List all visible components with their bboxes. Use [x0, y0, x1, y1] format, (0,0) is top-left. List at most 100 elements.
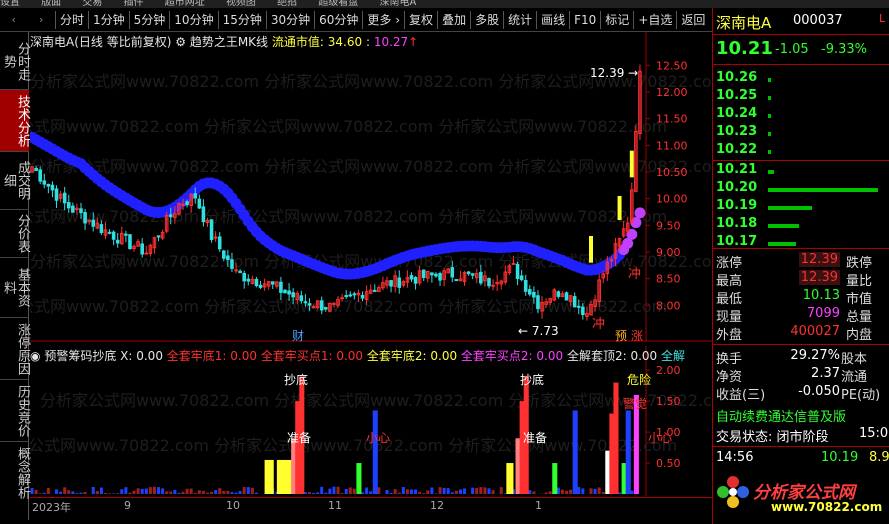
- date-tick: 11: [328, 499, 342, 512]
- sell-level[interactable]: 10.22: [713, 142, 889, 160]
- promo-text[interactable]: 自动续费通达信普及版: [716, 406, 846, 425]
- book-volume-bar: [768, 132, 771, 136]
- button-add-watchlist[interactable]: +自选: [633, 10, 676, 29]
- button-multi[interactable]: 多股: [470, 10, 503, 29]
- label-chaodi-2: 抄底: [520, 372, 544, 387]
- stat-value: 12.39: [798, 252, 840, 267]
- ind-signal-bar: [552, 463, 558, 494]
- button-f10[interactable]: F10: [569, 10, 600, 29]
- sell-level[interactable]: 10.25: [713, 88, 889, 106]
- menu-item-plugin[interactable]: 插件: [124, 0, 144, 8]
- candle-body: [46, 183, 51, 187]
- button-adjust[interactable]: 复权: [404, 10, 437, 29]
- candle-body: [564, 292, 569, 301]
- ind-base-bar: [544, 492, 548, 494]
- ind-base-bar: [254, 492, 258, 494]
- tab-auction[interactable]: 历史竞价: [0, 380, 30, 442]
- button-mark[interactable]: 标记: [600, 10, 633, 29]
- candle-body: [348, 294, 353, 297]
- fin-label-2: 股本: [841, 352, 868, 367]
- menu-item-trade[interactable]: 交易: [82, 0, 102, 8]
- candle-body: [413, 276, 418, 284]
- tab-concept[interactable]: 概念解析: [0, 442, 30, 504]
- buy-level[interactable]: 10.21: [713, 162, 889, 180]
- tab-technical[interactable]: 技术分析: [0, 90, 30, 152]
- tab-timeshare-vertical[interactable]: 分时走势: [0, 32, 30, 90]
- ind-base-bar: [55, 489, 59, 494]
- tab-10min[interactable]: 10分钟: [169, 10, 217, 29]
- ind-base-bar: [136, 488, 140, 494]
- book-volume-bar: [768, 188, 878, 192]
- ind-base-bar: [108, 493, 112, 494]
- tab-15min[interactable]: 15分钟: [217, 10, 266, 29]
- menu-item-stock[interactable]: 深南电A: [380, 0, 417, 8]
- quote-panel: 深南电A 000037 L 10.21 -1.05 -9.33% 自动续费通达信…: [712, 8, 889, 524]
- low-price-label: ← 7.73: [518, 324, 559, 338]
- main-chart-header: 深南电A(日线 等比前复权) ⚙ 趋势之王MK线 流通市值: 34.60 : 1…: [30, 35, 419, 49]
- buy-level[interactable]: 10.19: [713, 198, 889, 216]
- promo-row[interactable]: 自动续费通达信普及版: [713, 406, 889, 425]
- ind-base-bar: [242, 486, 246, 494]
- candle-body: [430, 272, 434, 276]
- candle-body: [283, 289, 287, 294]
- stat-label: 最高: [716, 274, 743, 289]
- buy-level[interactable]: 10.17: [713, 234, 889, 252]
- ind-base-bar: [148, 487, 152, 494]
- menu-item-market[interactable]: 超市网址: [165, 0, 205, 8]
- buy-level[interactable]: 10.18: [713, 216, 889, 234]
- ind-base-bar: [332, 486, 336, 494]
- sell-level[interactable]: 10.23: [713, 124, 889, 142]
- y-tick-label: 8.50: [656, 273, 681, 286]
- indicator-title[interactable]: 预警筹码抄底: [44, 349, 116, 363]
- ind-base-bar: [234, 492, 238, 494]
- fin-value: 29.27%: [790, 348, 840, 363]
- sell-level[interactable]: 10.26: [713, 70, 889, 88]
- candle-body: [556, 291, 561, 297]
- candle-body: [234, 269, 238, 272]
- candle-body: [140, 243, 144, 255]
- sell-level[interactable]: 10.24: [713, 106, 889, 124]
- indicator-toggle-icon[interactable]: ◉: [30, 349, 40, 363]
- tab-basic-info[interactable]: 基本资料: [0, 258, 30, 318]
- tab-more[interactable]: 更多 ›: [362, 10, 404, 29]
- ind-base-bar: [116, 493, 120, 494]
- menu-item-super[interactable]: 超级看盘: [318, 0, 358, 8]
- candle-body: [83, 212, 87, 224]
- indicator-chart[interactable]: 分析家公式网www.70822.com 分析家公式网www.70822.com …: [30, 346, 712, 496]
- ind-base-bar: [365, 487, 369, 494]
- button-back[interactable]: 返回: [676, 10, 709, 29]
- ind-base-bar: [38, 493, 42, 494]
- tab-60min[interactable]: 60分钟: [314, 10, 362, 29]
- ind-signal-bar: [276, 459, 286, 494]
- button-draw[interactable]: 画线: [536, 10, 569, 29]
- button-overlay[interactable]: 叠加: [437, 10, 470, 29]
- prev-icon[interactable]: ‹: [12, 13, 16, 26]
- flower-icon: [717, 476, 749, 508]
- menu-item-video[interactable]: 视频图: [226, 0, 256, 8]
- buy-level[interactable]: 10.20: [713, 180, 889, 198]
- settings-icon[interactable]: ⚙: [175, 35, 186, 49]
- kline-chart[interactable]: 分析家公式网www.70822.com 分析家公式网www.70822.com …: [30, 32, 712, 342]
- ind-signal-bar: [625, 410, 631, 494]
- menu-item-settings[interactable]: 设置: [0, 0, 20, 8]
- tab-5min[interactable]: 5分钟: [128, 10, 170, 29]
- y-tick-label: 12.00: [656, 86, 688, 99]
- tab-price-table[interactable]: 分价表: [0, 210, 30, 258]
- menu-item-layout[interactable]: 版面: [41, 0, 61, 8]
- ind-base-bar: [152, 486, 156, 494]
- tab-timeshare[interactable]: 分时: [55, 10, 88, 29]
- tab-1min[interactable]: 1分钟: [88, 10, 129, 29]
- ind-base-bar: [30, 488, 34, 494]
- next-icon[interactable]: ›: [39, 13, 43, 26]
- button-stats[interactable]: 统计: [503, 10, 536, 29]
- candle-body: [344, 295, 348, 298]
- tab-30min[interactable]: 30分钟: [265, 10, 314, 29]
- menu-item-tricks[interactable]: 绝招: [277, 0, 297, 8]
- indicator-name[interactable]: 趋势之王MK线: [190, 35, 268, 49]
- period-toolbar: ‹ › 分时 1分钟 5分钟 10分钟 15分钟 30分钟 60分钟 更多 › …: [0, 8, 712, 32]
- label-chaodi-1: 抄底: [284, 372, 308, 387]
- tab-limit-reason[interactable]: 涨停原因: [0, 318, 30, 380]
- tab-trades[interactable]: 成交明细: [0, 152, 30, 210]
- candle-body: [421, 269, 426, 278]
- stat-label: 现量: [716, 310, 743, 325]
